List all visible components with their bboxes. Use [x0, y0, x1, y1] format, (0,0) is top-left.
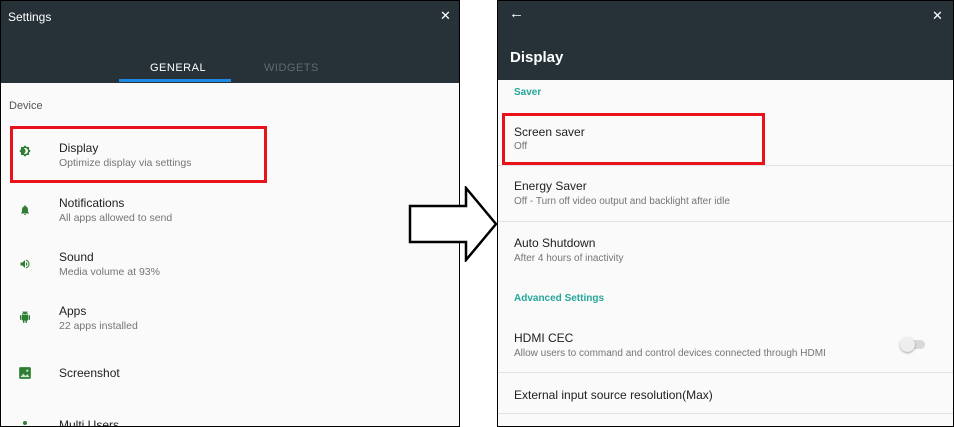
item-subtitle: After 4 hours of inactivity: [514, 253, 624, 264]
brightness-icon: [19, 145, 31, 157]
bell-icon: [21, 205, 29, 215]
settings-item-display[interactable]: Display Optimize display via settings: [1, 127, 459, 183]
divider: [498, 413, 953, 414]
window-title: Settings: [8, 10, 52, 24]
item-title: Screen saver: [514, 125, 585, 139]
display-settings-panel: ← ✕ Display Saver Screen saver Off Energ…: [497, 0, 954, 427]
tab-widgets[interactable]: WIDGETS: [264, 62, 319, 74]
item-title: Notifications: [59, 196, 125, 210]
settings-panel: Settings ✕ GENERAL WIDGETS Device Displa…: [0, 0, 460, 427]
item-subtitle: Media volume at 93%: [59, 266, 160, 278]
item-subtitle: Optimize display via settings: [59, 157, 192, 169]
item-title: External input source resolution(Max): [514, 388, 713, 402]
item-subtitle: Off - Turn off video output and backligh…: [514, 196, 730, 207]
close-icon[interactable]: ✕: [932, 8, 943, 24]
tab-general[interactable]: GENERAL: [150, 62, 206, 74]
speaker-icon: [20, 259, 30, 269]
setting-screen-saver[interactable]: Screen saver Off: [498, 113, 953, 165]
image-icon: [19, 367, 31, 379]
item-subtitle: All apps allowed to send: [59, 212, 173, 224]
hdmi-cec-toggle[interactable]: [900, 337, 926, 352]
setting-hdmi-cec[interactable]: HDMI CEC Allow users to command and cont…: [498, 319, 953, 371]
settings-item-multi-users[interactable]: Multi Users: [1, 405, 459, 427]
section-label-advanced-settings: Advanced Settings: [514, 293, 605, 304]
page-title: Display: [510, 49, 564, 66]
tab-indicator: [119, 79, 231, 82]
item-subtitle: Allow users to command and control devic…: [514, 348, 826, 359]
display-header: ← ✕ Display: [498, 1, 953, 80]
item-title: Screenshot: [59, 366, 120, 380]
setting-auto-shutdown[interactable]: Auto Shutdown After 4 hours of inactivit…: [498, 222, 953, 277]
close-icon[interactable]: ✕: [440, 8, 451, 24]
item-title: Apps: [59, 304, 87, 318]
settings-header: Settings ✕ GENERAL WIDGETS: [1, 1, 459, 83]
android-icon: [20, 311, 30, 323]
settings-item-notifications[interactable]: Notifications All apps allowed to send: [1, 185, 459, 239]
item-title: Energy Saver: [514, 179, 587, 193]
setting-energy-saver[interactable]: Energy Saver Off - Turn off video output…: [498, 166, 953, 221]
item-subtitle: Off: [514, 141, 528, 152]
setting-external-input-resolution[interactable]: External input source resolution(Max): [498, 373, 953, 413]
toggle-thumb: [900, 337, 915, 352]
section-label-saver: Saver: [514, 87, 542, 98]
item-title: Multi Users: [59, 418, 120, 427]
item-title: HDMI CEC: [514, 331, 574, 345]
item-subtitle: 22 apps installed: [59, 320, 138, 332]
item-title: Sound: [59, 250, 94, 264]
item-title: Display: [59, 141, 99, 155]
settings-item-apps[interactable]: Apps 22 apps installed: [1, 292, 459, 346]
person-icon: [23, 421, 27, 425]
settings-item-screenshot[interactable]: Screenshot: [1, 346, 459, 400]
section-label-device: Device: [9, 100, 43, 112]
item-title: Auto Shutdown: [514, 236, 596, 250]
back-arrow-icon[interactable]: ←: [509, 5, 524, 22]
right-arrow-icon: [408, 186, 498, 262]
settings-item-sound[interactable]: Sound Media volume at 93%: [1, 239, 459, 293]
